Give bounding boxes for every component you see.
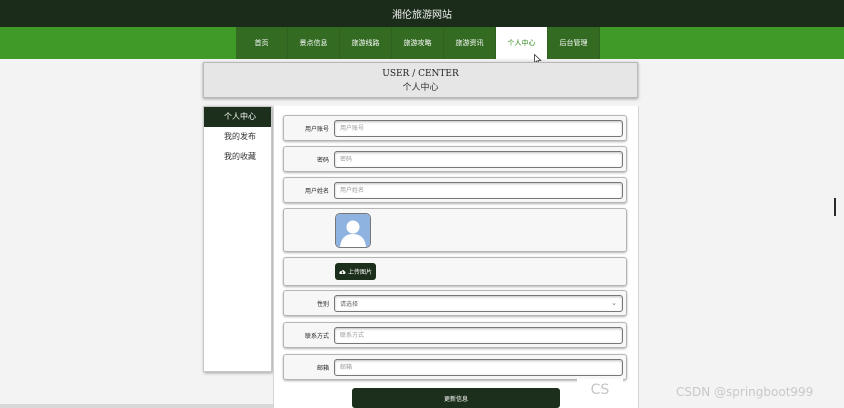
gender-select-value: 请选择 xyxy=(340,301,359,308)
password-input[interactable] xyxy=(334,151,623,168)
form-row-avatar xyxy=(283,208,627,252)
cloud-upload-icon xyxy=(339,269,346,274)
form-row-upload: 上传图片 xyxy=(283,257,627,286)
name-label: 用户姓名 xyxy=(304,187,329,195)
profile-form: 用户账号 密码 用户姓名 上传图片 性别 请选择 xyxy=(273,106,639,408)
user-avatar-icon xyxy=(336,214,370,247)
password-label: 密码 xyxy=(316,156,329,164)
chevron-down-icon: ⌄ xyxy=(611,299,617,307)
nav-menu: 首页 景点信息 旅游线路 旅游攻略 旅游资讯 个人中心 后台管理 xyxy=(236,27,600,59)
name-input[interactable] xyxy=(334,182,623,199)
form-row-account: 用户账号 xyxy=(283,115,627,141)
email-label: 邮箱 xyxy=(316,364,329,372)
scrollbar-thumb[interactable] xyxy=(834,198,836,216)
nav-item-news[interactable]: 旅游资讯 xyxy=(444,27,496,59)
nav-item-routes[interactable]: 旅游线路 xyxy=(340,27,392,59)
gender-label: 性别 xyxy=(316,300,329,308)
upload-button-label: 上传图片 xyxy=(347,269,372,276)
avatar[interactable] xyxy=(335,213,371,248)
account-label: 用户账号 xyxy=(304,125,329,133)
upload-image-button[interactable]: 上传图片 xyxy=(335,263,376,280)
sidebar-item-user-center[interactable]: 个人中心 xyxy=(204,107,271,127)
watermark-fragment: CS xyxy=(577,379,623,401)
page-title-en: USER / CENTER xyxy=(382,69,459,79)
page-title-cn: 个人中心 xyxy=(402,83,439,93)
form-row-gender: 性别 请选择 ⌄ xyxy=(283,290,627,316)
sidebar-item-my-posts[interactable]: 我的发布 xyxy=(204,127,271,147)
account-input[interactable] xyxy=(334,120,623,137)
site-title: 湘伦旅游网站 xyxy=(392,10,452,21)
gender-select[interactable]: 请选择 ⌄ xyxy=(334,295,623,312)
contact-input[interactable] xyxy=(334,327,623,344)
form-row-name: 用户姓名 xyxy=(283,177,627,203)
form-row-email: 邮箱 xyxy=(283,354,627,380)
contact-label: 联系方式 xyxy=(304,332,329,340)
email-input[interactable] xyxy=(334,359,623,376)
sidebar-item-my-favorites[interactable]: 我的收藏 xyxy=(204,147,271,167)
watermark-text: CSDN @springboot999 xyxy=(676,385,814,399)
page-header: USER / CENTER 个人中心 xyxy=(203,62,638,98)
nav-item-home[interactable]: 首页 xyxy=(236,27,288,59)
main-navbar: 首页 景点信息 旅游线路 旅游攻略 旅游资讯 个人中心 后台管理 xyxy=(0,27,844,59)
sidebar: 个人中心 我的发布 我的收藏 xyxy=(203,106,272,372)
top-title-bar: 湘伦旅游网站 xyxy=(0,0,844,27)
nav-item-attractions[interactable]: 景点信息 xyxy=(288,27,340,59)
form-row-contact: 联系方式 xyxy=(283,322,627,348)
nav-item-admin[interactable]: 后台管理 xyxy=(548,27,600,59)
nav-item-guides[interactable]: 旅游攻略 xyxy=(392,27,444,59)
form-row-password: 密码 xyxy=(283,146,627,172)
bottom-status-strip xyxy=(0,404,273,408)
update-info-button[interactable]: 更新信息 xyxy=(352,388,560,408)
